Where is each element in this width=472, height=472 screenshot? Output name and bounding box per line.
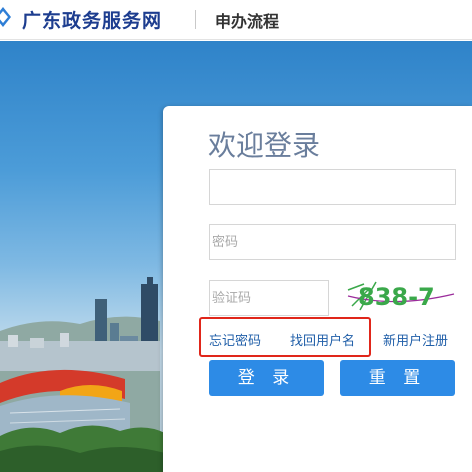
captcha-text: 838-7 xyxy=(358,283,435,311)
welcome-title: 欢迎登录 xyxy=(208,129,321,162)
site-name[interactable]: 广东政务服务网 xyxy=(22,6,162,33)
captcha-field[interactable] xyxy=(209,280,329,316)
header-divider xyxy=(195,10,196,29)
captcha-image[interactable]: 838-7 xyxy=(346,276,456,316)
recover-username-link[interactable]: 找回用户名 xyxy=(290,330,355,349)
username-field[interactable] xyxy=(209,169,456,205)
site-header: 广东政务服务网 申办流程 xyxy=(0,0,472,40)
forgot-password-link[interactable]: 忘记密码 xyxy=(209,330,261,349)
section-title: 申办流程 xyxy=(215,12,280,31)
login-panel: 欢迎登录 838-7 忘记密码 找回用户名 新用户注册 登 录 重 置 xyxy=(163,106,472,472)
register-link[interactable]: 新用户注册 xyxy=(383,330,448,349)
password-field[interactable] xyxy=(209,224,456,260)
reset-button[interactable]: 重 置 xyxy=(340,360,455,396)
diamond-logo-icon[interactable] xyxy=(0,6,12,28)
login-button[interactable]: 登 录 xyxy=(209,360,324,396)
